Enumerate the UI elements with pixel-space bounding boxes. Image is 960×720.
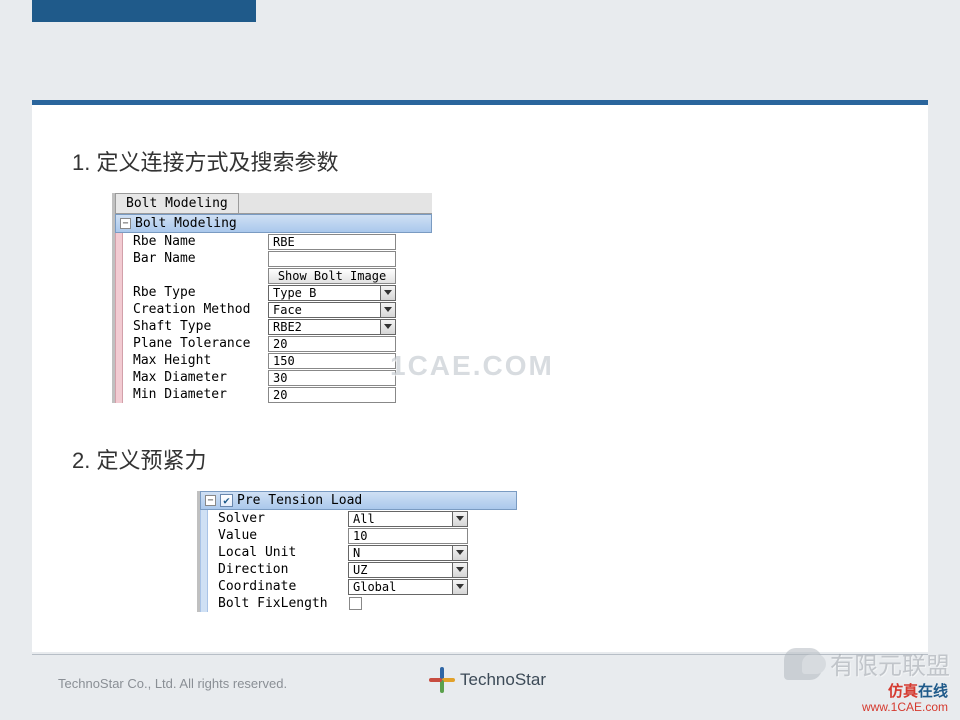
row-stripe [115,369,123,386]
tab-filler [239,193,432,214]
row-stripe [115,250,123,267]
label-creation-method: Creation Method [123,301,268,318]
label-plane-tolerance: Plane Tolerance [123,335,268,352]
label-max-height: Max Height [123,352,268,369]
select-local-unit[interactable]: N [348,545,468,561]
label-solver: Solver [208,510,348,527]
row-stripe [200,595,208,612]
row-stripe [200,561,208,578]
wechat-badge: 有限元联盟 [784,646,950,681]
input-plane-tolerance[interactable] [268,336,396,352]
row-stripe [115,386,123,403]
label-max-diameter: Max Diameter [123,369,268,386]
select-shaft-type[interactable]: RBE2 [268,319,396,335]
label-local-unit: Local Unit [208,544,348,561]
star-icon [430,668,454,692]
label-coordinate: Coordinate [208,578,348,595]
logo-text: TechnoStar [460,670,546,690]
row-stripe [200,544,208,561]
chevron-down-icon [452,580,467,594]
section2-title: 2. 定义预紧力 [72,443,888,475]
wechat-text: 有限元联盟 [830,646,950,681]
input-min-diameter[interactable] [268,387,396,403]
row-stripe [115,267,123,284]
row-stripe [200,527,208,544]
input-max-diameter[interactable] [268,370,396,386]
select-direction[interactable]: UZ [348,562,468,578]
group-header-label: Bolt Modeling [135,216,237,231]
site-url: www.1CAE.com [862,701,948,714]
slide-body: 1. 定义连接方式及搜索参数 Bolt Modeling − Bolt Mode… [32,100,928,652]
footer-copyright: TechnoStar Co., Ltd. All rights reserved… [58,676,287,691]
input-max-height[interactable] [268,353,396,369]
chevron-down-icon [380,320,395,334]
technostar-logo: TechnoStar [430,668,546,692]
input-rbe-name[interactable] [268,234,396,250]
collapse-toggle-icon[interactable]: − [205,495,216,506]
label-rbe-type: Rbe Type [123,284,268,301]
label-empty [123,267,268,284]
site-badge: 仿真在线 www.1CAE.com [862,684,948,714]
group-header-bolt-modeling: − Bolt Modeling [115,214,432,233]
label-value: Value [208,527,348,544]
label-min-diameter: Min Diameter [123,386,268,403]
button-show-bolt-image[interactable]: Show Bolt Image [268,268,396,284]
tab-bolt-modeling[interactable]: Bolt Modeling [115,193,239,214]
row-stripe [115,284,123,301]
wechat-icon [784,648,822,680]
row-stripe [115,352,123,369]
checkbox-pre-tension[interactable]: ✔ [220,494,233,507]
label-bar-name: Bar Name [123,250,268,267]
section1-title: 1. 定义连接方式及搜索参数 [72,145,888,177]
select-rbe-type[interactable]: Type B [268,285,396,301]
label-shaft-type: Shaft Type [123,318,268,335]
label-bolt-fixlength: Bolt FixLength [208,595,348,612]
chevron-down-icon [452,512,467,526]
group-header-label: Pre Tension Load [237,493,362,508]
input-bar-name[interactable] [268,251,396,267]
input-value[interactable] [348,528,468,544]
select-creation-method[interactable]: Face [268,302,396,318]
label-direction: Direction [208,561,348,578]
header-blue-block [32,0,256,22]
chevron-down-icon [452,563,467,577]
site-name-b: 在线 [918,683,948,700]
checkbox-bolt-fixlength[interactable] [349,597,362,610]
label-rbe-name: Rbe Name [123,233,268,250]
chevron-down-icon [452,546,467,560]
group-header-pre-tension: − ✔ Pre Tension Load [200,491,517,510]
row-stripe [115,318,123,335]
row-stripe [200,578,208,595]
row-stripe [200,510,208,527]
chevron-down-icon [380,303,395,317]
chevron-down-icon [380,286,395,300]
collapse-toggle-icon[interactable]: − [120,218,131,229]
select-solver[interactable]: All [348,511,468,527]
pre-tension-panel: − ✔ Pre Tension Load Solver All Value Lo… [197,491,517,612]
bolt-modeling-panel: Bolt Modeling − Bolt Modeling Rbe Name B… [112,193,432,403]
row-stripe [115,301,123,318]
row-stripe [115,233,123,250]
row-stripe [115,335,123,352]
select-coordinate[interactable]: Global [348,579,468,595]
site-name-a: 仿真 [888,683,918,700]
